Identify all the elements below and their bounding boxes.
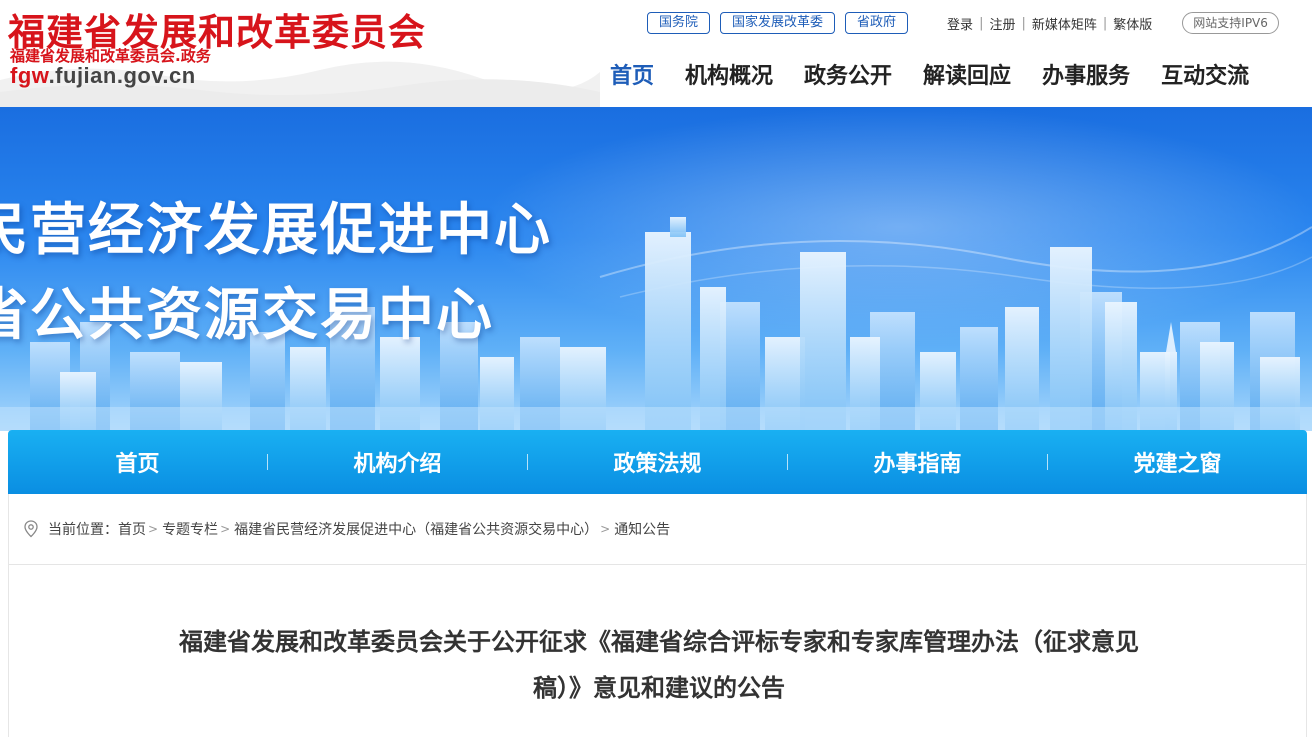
location-pin-icon — [24, 520, 38, 538]
link-ndrc[interactable]: 国家发展改革委 — [720, 12, 836, 34]
section-nav-policies[interactable]: 政策法规 — [528, 446, 787, 478]
login-link[interactable]: 登录 — [941, 14, 979, 33]
article-title-line-1: 福建省发展和改革委员会关于公开征求《福建省综合评标专家和专家库管理办法（征求意见 — [179, 628, 1139, 656]
breadcrumb-label: 当前位置： — [48, 522, 118, 538]
section-nav-organization[interactable]: 机构介绍 — [268, 446, 527, 478]
top-links: 国务院 国家发展改革委 省政府 登录 | 注册 | 新媒体矩阵 | 繁体版 网站… — [647, 12, 1279, 34]
nav-interaction[interactable]: 互动交流 — [1161, 58, 1249, 90]
article-title-line-2: 稿）》意见和建议的公告 — [533, 674, 785, 702]
breadcrumb: 当前位置： 首页 > 专题专栏 > 福建省民营经济发展促进中心（福建省公共资源交… — [9, 494, 1306, 565]
section-nav-guide[interactable]: 办事指南 — [788, 446, 1047, 478]
site-domain: fgw.fujian.gov.cn — [10, 63, 196, 89]
breadcrumb-notices[interactable]: 通知公告 — [614, 519, 670, 539]
domain-rest: .fujian.gov.cn — [48, 63, 196, 88]
breadcrumb-topics[interactable]: 专题专栏 — [162, 519, 218, 539]
article-container: 当前位置： 首页 > 专题专栏 > 福建省民营经济发展促进中心（福建省公共资源交… — [8, 494, 1307, 737]
banner-headline-1: 民营经济发展促进中心 — [0, 198, 552, 263]
utility-links: 登录 | 注册 | 新媒体矩阵 | 繁体版 — [941, 14, 1158, 33]
nav-services[interactable]: 办事服务 — [1042, 58, 1130, 90]
breadcrumb-separator: > — [148, 522, 159, 536]
breadcrumb-home[interactable]: 首页 — [118, 519, 146, 539]
nav-home[interactable]: 首页 — [610, 58, 654, 90]
hero-banner: 民营经济发展促进中心 省公共资源交易中心 — [0, 107, 1312, 431]
section-nav-party[interactable]: 党建之窗 — [1048, 446, 1307, 478]
article-title: 福建省发展和改革委员会关于公开征求《福建省综合评标专家和专家库管理办法（征求意见… — [69, 619, 1249, 711]
traditional-chinese-link[interactable]: 繁体版 — [1107, 14, 1158, 33]
breadcrumb-separator: > — [220, 522, 231, 536]
main-nav: 首页 机构概况 政务公开 解读回应 办事服务 互动交流 — [610, 58, 1280, 90]
site-header: 福建省发展和改革委员会 福建省发展和改革委员会.政务 fgw.fujian.go… — [0, 0, 1312, 107]
section-nav-home[interactable]: 首页 — [8, 446, 267, 478]
breadcrumb-separator: > — [600, 522, 611, 536]
register-link[interactable]: 注册 — [983, 14, 1021, 33]
nav-organization[interactable]: 机构概况 — [685, 58, 773, 90]
banner-headline-2: 省公共资源交易中心 — [0, 283, 494, 348]
domain-prefix: fgw — [10, 63, 49, 88]
link-guowuyuan[interactable]: 国务院 — [647, 12, 711, 34]
breadcrumb-center[interactable]: 福建省民营经济发展促进中心（福建省公共资源交易中心） — [234, 519, 598, 539]
section-nav: 首页 机构介绍 政策法规 办事指南 党建之窗 — [8, 430, 1307, 494]
nav-interpretation[interactable]: 解读回应 — [923, 58, 1011, 90]
new-media-link[interactable]: 新媒体矩阵 — [1026, 14, 1103, 33]
city-skyline-illustration — [0, 107, 1312, 431]
link-provincial-gov[interactable]: 省政府 — [845, 12, 909, 34]
ipv6-badge: 网站支持IPV6 — [1182, 12, 1279, 34]
nav-gov-affairs[interactable]: 政务公开 — [804, 58, 892, 90]
